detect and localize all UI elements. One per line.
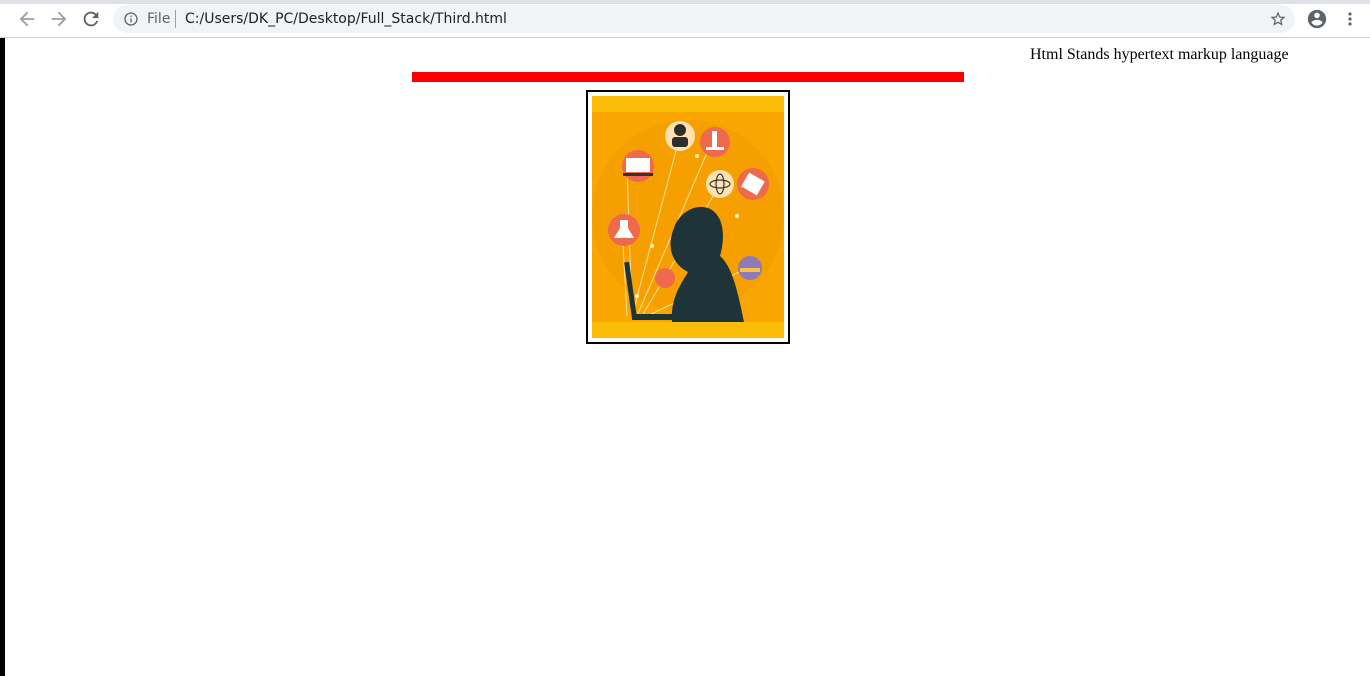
forward-button[interactable] — [48, 8, 70, 30]
scheme-label: File — [147, 11, 171, 27]
reload-button[interactable] — [80, 8, 102, 30]
more-vert-icon[interactable] — [1340, 8, 1360, 30]
forward-arrow-icon — [51, 11, 67, 27]
account-icon[interactable] — [1306, 8, 1328, 30]
address-bar[interactable]: File C:/Users/DK_PC/Desktop/Full_Stack/T… — [113, 5, 1295, 33]
star-icon[interactable] — [1269, 10, 1287, 28]
tab-strip-edge — [0, 0, 1370, 4]
info-icon[interactable] — [123, 11, 139, 27]
back-button[interactable] — [16, 8, 38, 30]
window-left-edge — [0, 0, 5, 676]
student-illustration — [592, 96, 784, 338]
student-image — [586, 90, 790, 344]
back-arrow-icon — [19, 11, 35, 27]
address-separator — [175, 10, 176, 28]
browser-toolbar: File C:/Users/DK_PC/Desktop/Full_Stack/T… — [0, 0, 1370, 38]
reload-icon — [83, 11, 99, 27]
url-text[interactable]: C:/Users/DK_PC/Desktop/Full_Stack/Third.… — [185, 11, 507, 27]
red-horizontal-rule — [412, 72, 964, 82]
marquee-text: Html Stands hypertext markup language — [1030, 46, 1289, 63]
